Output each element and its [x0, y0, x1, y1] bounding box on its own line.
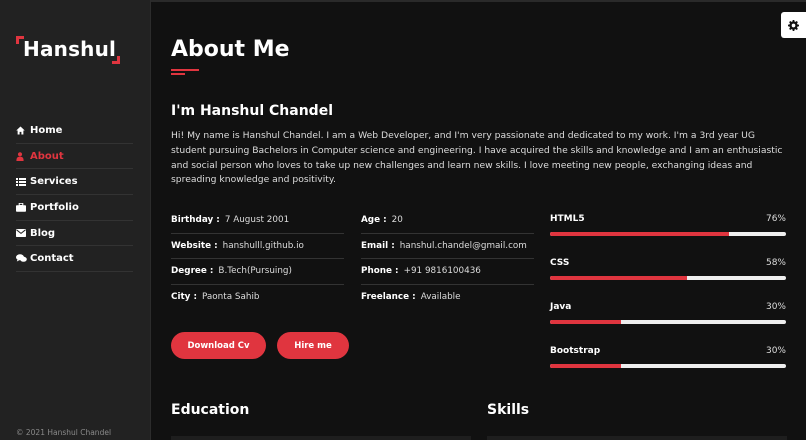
info-label: Email :: [361, 240, 395, 251]
skill-percent: 58%: [765, 258, 786, 268]
info-value[interactable]: hanshul.chandel@gmail.com: [400, 241, 527, 251]
sidebar-item-services[interactable]: Services: [16, 169, 133, 196]
info-row-city: City : Paonta Sahib: [171, 285, 344, 311]
skill-fill: [550, 276, 687, 280]
copyright: © 2021 Hanshul Chandel: [16, 428, 112, 437]
sidebar: Hanshul Home About Services Portfolio Bl…: [0, 0, 151, 440]
skill-name: Bootstrap: [550, 346, 601, 356]
info-row-freelance: Freelance : Available: [361, 285, 534, 311]
sidebar-item-about[interactable]: About: [16, 144, 133, 170]
skill-name: HTML5: [550, 214, 585, 224]
page-title: About Me: [171, 37, 290, 62]
info-value: Paonta Sahib: [202, 292, 260, 303]
info-row-birthday: Birthday : 7 August 2001: [171, 208, 344, 234]
info-label: City :: [171, 292, 197, 303]
skills-card-edge: [487, 436, 787, 440]
skills-heading: Skills: [487, 402, 530, 418]
info-value: 7 August 2001: [224, 215, 290, 226]
info-row-phone: Phone : +91 9816100436: [361, 259, 534, 285]
skill-name: Java: [550, 302, 572, 312]
home-icon: [16, 124, 30, 136]
info-label: Age :: [361, 215, 387, 226]
info-value[interactable]: hanshulll.github.io: [223, 241, 304, 251]
hire-me-button[interactable]: Hire me: [277, 332, 349, 359]
sidebar-item-contact[interactable]: Contact: [16, 246, 133, 273]
info-value: Available: [420, 292, 461, 303]
skill-java: Java 30%: [550, 302, 786, 346]
sidebar-item-portfolio[interactable]: Portfolio: [16, 195, 133, 221]
info-value[interactable]: +91 9816100436: [404, 266, 481, 276]
title-underline: [171, 69, 199, 71]
skills-bars: HTML5 76% CSS 58% Java 30% Bootstrap 30%: [550, 214, 786, 390]
education-card-edge: [171, 436, 471, 440]
briefcase-icon: [16, 201, 30, 213]
sidebar-item-label: Services: [30, 176, 78, 188]
skill-percent: 30%: [765, 346, 786, 356]
skill-html5: HTML5 76%: [550, 214, 786, 258]
info-row-age: Age : 20: [361, 208, 534, 234]
info-row-website: Website : hanshulll.github.io: [171, 234, 344, 259]
sidebar-item-label: Portfolio: [30, 201, 79, 213]
skill-track: [550, 364, 786, 368]
logo-corner-bottom-right: [112, 56, 120, 64]
skill-track: [550, 276, 786, 280]
sidebar-item-label: Blog: [30, 227, 56, 239]
info-label: Website :: [171, 240, 218, 251]
intro-heading: I'm Hanshul Chandel: [171, 103, 333, 119]
info-row-email: Email : hanshul.chandel@gmail.com: [361, 234, 534, 259]
logo-text: Hanshul: [23, 37, 117, 61]
skill-percent: 76%: [765, 214, 786, 224]
info-row-degree: Degree : B.Tech(Pursuing): [171, 259, 344, 285]
skill-css: CSS 58%: [550, 258, 786, 302]
skill-fill: [550, 320, 621, 324]
sidebar-item-home[interactable]: Home: [16, 118, 133, 144]
info-label: Birthday :: [171, 215, 220, 226]
skill-fill: [550, 232, 730, 236]
skill-fill: [550, 364, 621, 368]
list-icon: [16, 176, 30, 188]
sidebar-item-blog[interactable]: Blog: [16, 221, 133, 247]
skill-track: [550, 320, 786, 324]
sidebar-nav: Home About Services Portfolio Blog Conta…: [16, 118, 133, 273]
info-label: Phone :: [361, 266, 399, 277]
education-heading: Education: [171, 402, 250, 418]
sidebar-item-label: About: [30, 150, 64, 162]
skill-name: CSS: [550, 258, 570, 268]
sidebar-item-label: Home: [30, 124, 63, 136]
title-underline-short: [171, 73, 185, 75]
intro-text: Hi! My name is Hanshul Chandel. I am a W…: [171, 130, 783, 186]
envelope-icon: [16, 227, 30, 239]
comments-icon: [16, 253, 30, 265]
personal-info-left: Birthday : 7 August 2001 Website : hansh…: [171, 208, 344, 310]
sidebar-item-label: Contact: [30, 253, 74, 265]
user-icon: [16, 150, 30, 162]
info-value: 20: [391, 215, 403, 226]
download-cv-button[interactable]: Download Cv: [171, 332, 266, 359]
personal-info-right: Age : 20 Email : hanshul.chandel@gmail.c…: [361, 208, 534, 310]
skill-track: [550, 232, 786, 236]
about-section: About Me I'm Hanshul Chandel Hi! My name…: [171, 0, 791, 440]
skill-bootstrap: Bootstrap 30%: [550, 346, 786, 390]
skill-percent: 30%: [765, 302, 786, 312]
info-label: Degree :: [171, 266, 214, 277]
logo[interactable]: Hanshul: [16, 36, 120, 64]
info-value: B.Tech(Pursuing): [218, 266, 292, 277]
info-label: Freelance :: [361, 292, 416, 303]
